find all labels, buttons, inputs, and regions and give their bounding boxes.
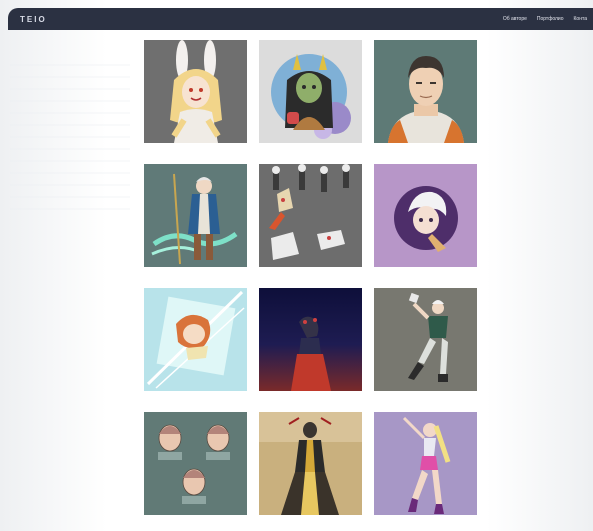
gallery-tile[interactable] bbox=[374, 164, 477, 267]
gallery-tile[interactable] bbox=[259, 412, 362, 515]
green-jacket-pose-artwork bbox=[374, 288, 477, 391]
nav-link-about[interactable]: Об авторе bbox=[503, 16, 527, 22]
gallery-tile[interactable] bbox=[259, 288, 362, 391]
horned-girl-artwork bbox=[259, 40, 362, 143]
white-hair-purple-circle-artwork bbox=[374, 164, 477, 267]
gallery-tile[interactable] bbox=[144, 164, 247, 267]
gallery-tile[interactable] bbox=[144, 40, 247, 143]
top-navigation-bar: TEIO Об авторе Портфолио Конта bbox=[8, 8, 593, 30]
nav-link-portfolio[interactable]: Портфолио bbox=[537, 16, 564, 22]
character-poses-sheet-artwork bbox=[259, 164, 362, 267]
site-logo[interactable]: TEIO bbox=[20, 15, 47, 24]
bunny-girl-artwork bbox=[144, 40, 247, 143]
red-skirt-night-artwork bbox=[259, 288, 362, 391]
astronaut-man-artwork bbox=[374, 40, 477, 143]
gallery-tile[interactable] bbox=[374, 412, 477, 515]
faded-background-text bbox=[10, 60, 130, 220]
gallery-tile[interactable] bbox=[374, 40, 477, 143]
gallery-tile[interactable] bbox=[144, 412, 247, 515]
blue-coat-warrior-artwork bbox=[144, 164, 247, 267]
main-nav: Об авторе Портфолио Конта bbox=[503, 16, 587, 22]
gallery-tile[interactable] bbox=[259, 164, 362, 267]
gallery-tile[interactable] bbox=[259, 40, 362, 143]
face-studies-artwork bbox=[144, 412, 247, 515]
nav-link-contacts[interactable]: Конта bbox=[574, 16, 587, 22]
redhead-light-frame-artwork bbox=[144, 288, 247, 391]
black-gold-figure-artwork bbox=[259, 412, 362, 515]
portfolio-gallery bbox=[144, 40, 477, 515]
gallery-tile[interactable] bbox=[374, 288, 477, 391]
pink-dancer-artwork bbox=[374, 412, 477, 515]
gallery-tile[interactable] bbox=[144, 288, 247, 391]
